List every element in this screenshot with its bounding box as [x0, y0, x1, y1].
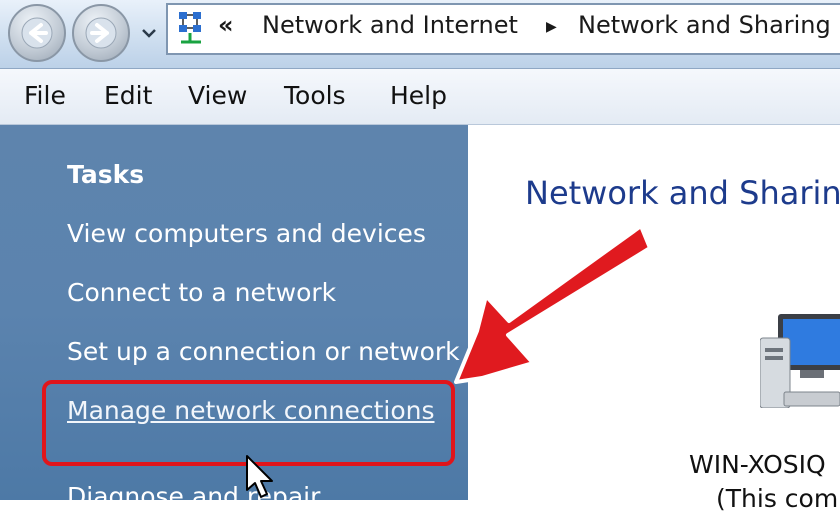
task-diagnose-repair[interactable]: Diagnose and repair — [67, 482, 320, 511]
computer-name[interactable]: WIN-XOSIQ — [689, 450, 826, 479]
computer-icon — [760, 314, 840, 408]
forward-icon — [85, 17, 117, 49]
tasks-heading: Tasks — [67, 160, 145, 189]
page-title: Network and Sharin — [525, 174, 840, 212]
menu-edit[interactable]: Edit — [104, 81, 152, 110]
task-connect-network[interactable]: Connect to a network — [67, 278, 336, 307]
menu-view[interactable]: View — [188, 81, 247, 110]
breadcrumb-network-and-internet[interactable]: Network and Internet — [262, 11, 518, 39]
menu-file[interactable]: File — [24, 81, 66, 110]
menu-tools[interactable]: Tools — [284, 81, 346, 110]
back-button[interactable] — [8, 4, 66, 62]
forward-button[interactable] — [72, 4, 130, 62]
menu-help[interactable]: Help — [390, 81, 447, 110]
recent-pages-chevron-icon[interactable] — [137, 22, 161, 44]
computer-subtitle: (This com — [716, 484, 839, 513]
breadcrumb-separator[interactable]: ▶ — [546, 19, 557, 35]
back-icon — [21, 17, 53, 49]
breadcrumb-network-and-sharing[interactable]: Network and Sharing — [578, 11, 831, 39]
address-bar: « Network and Internet ▶ Network and Sha… — [0, 0, 840, 69]
task-setup-connection[interactable]: Set up a connection or network — [67, 337, 460, 366]
menu-bar: File Edit View Tools Help — [0, 69, 840, 125]
breadcrumb-overflow[interactable]: « — [218, 11, 234, 39]
task-view-computers[interactable]: View computers and devices — [67, 219, 426, 248]
network-icon — [179, 12, 201, 44]
mouse-pointer-icon — [246, 455, 273, 498]
